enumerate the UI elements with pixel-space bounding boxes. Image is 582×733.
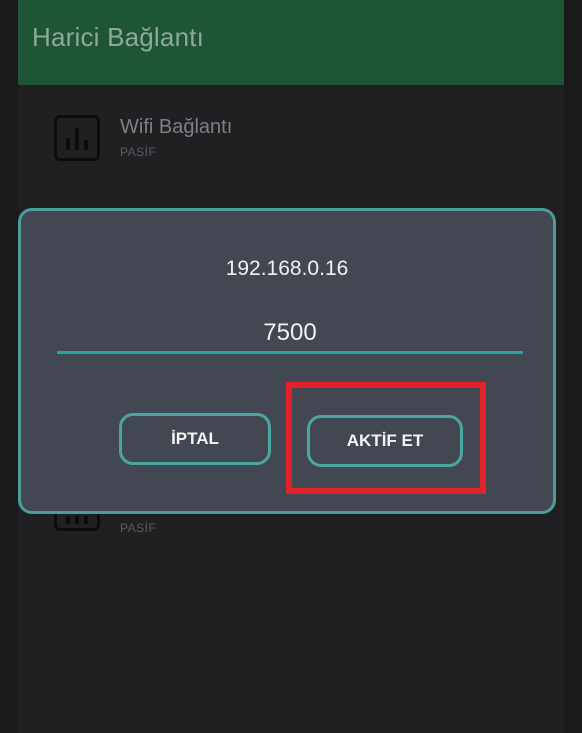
bar-chart-icon <box>54 115 100 161</box>
list-item-status: PASİF <box>120 145 157 159</box>
page-title: Harici Bağlantı <box>32 22 205 52</box>
list-item-wifi[interactable]: Wifi Bağlantı PASİF <box>36 115 556 195</box>
cancel-button[interactable]: İPTAL <box>119 413 271 465</box>
highlight-box <box>286 382 486 494</box>
list-item-status: PASİF <box>120 521 157 535</box>
app-bar: Harici Bağlantı <box>18 0 564 85</box>
ip-address-text: 192.168.0.16 <box>225 257 349 280</box>
list-item-title: Wifi Bağlantı <box>120 116 233 138</box>
port-input[interactable] <box>57 314 523 354</box>
